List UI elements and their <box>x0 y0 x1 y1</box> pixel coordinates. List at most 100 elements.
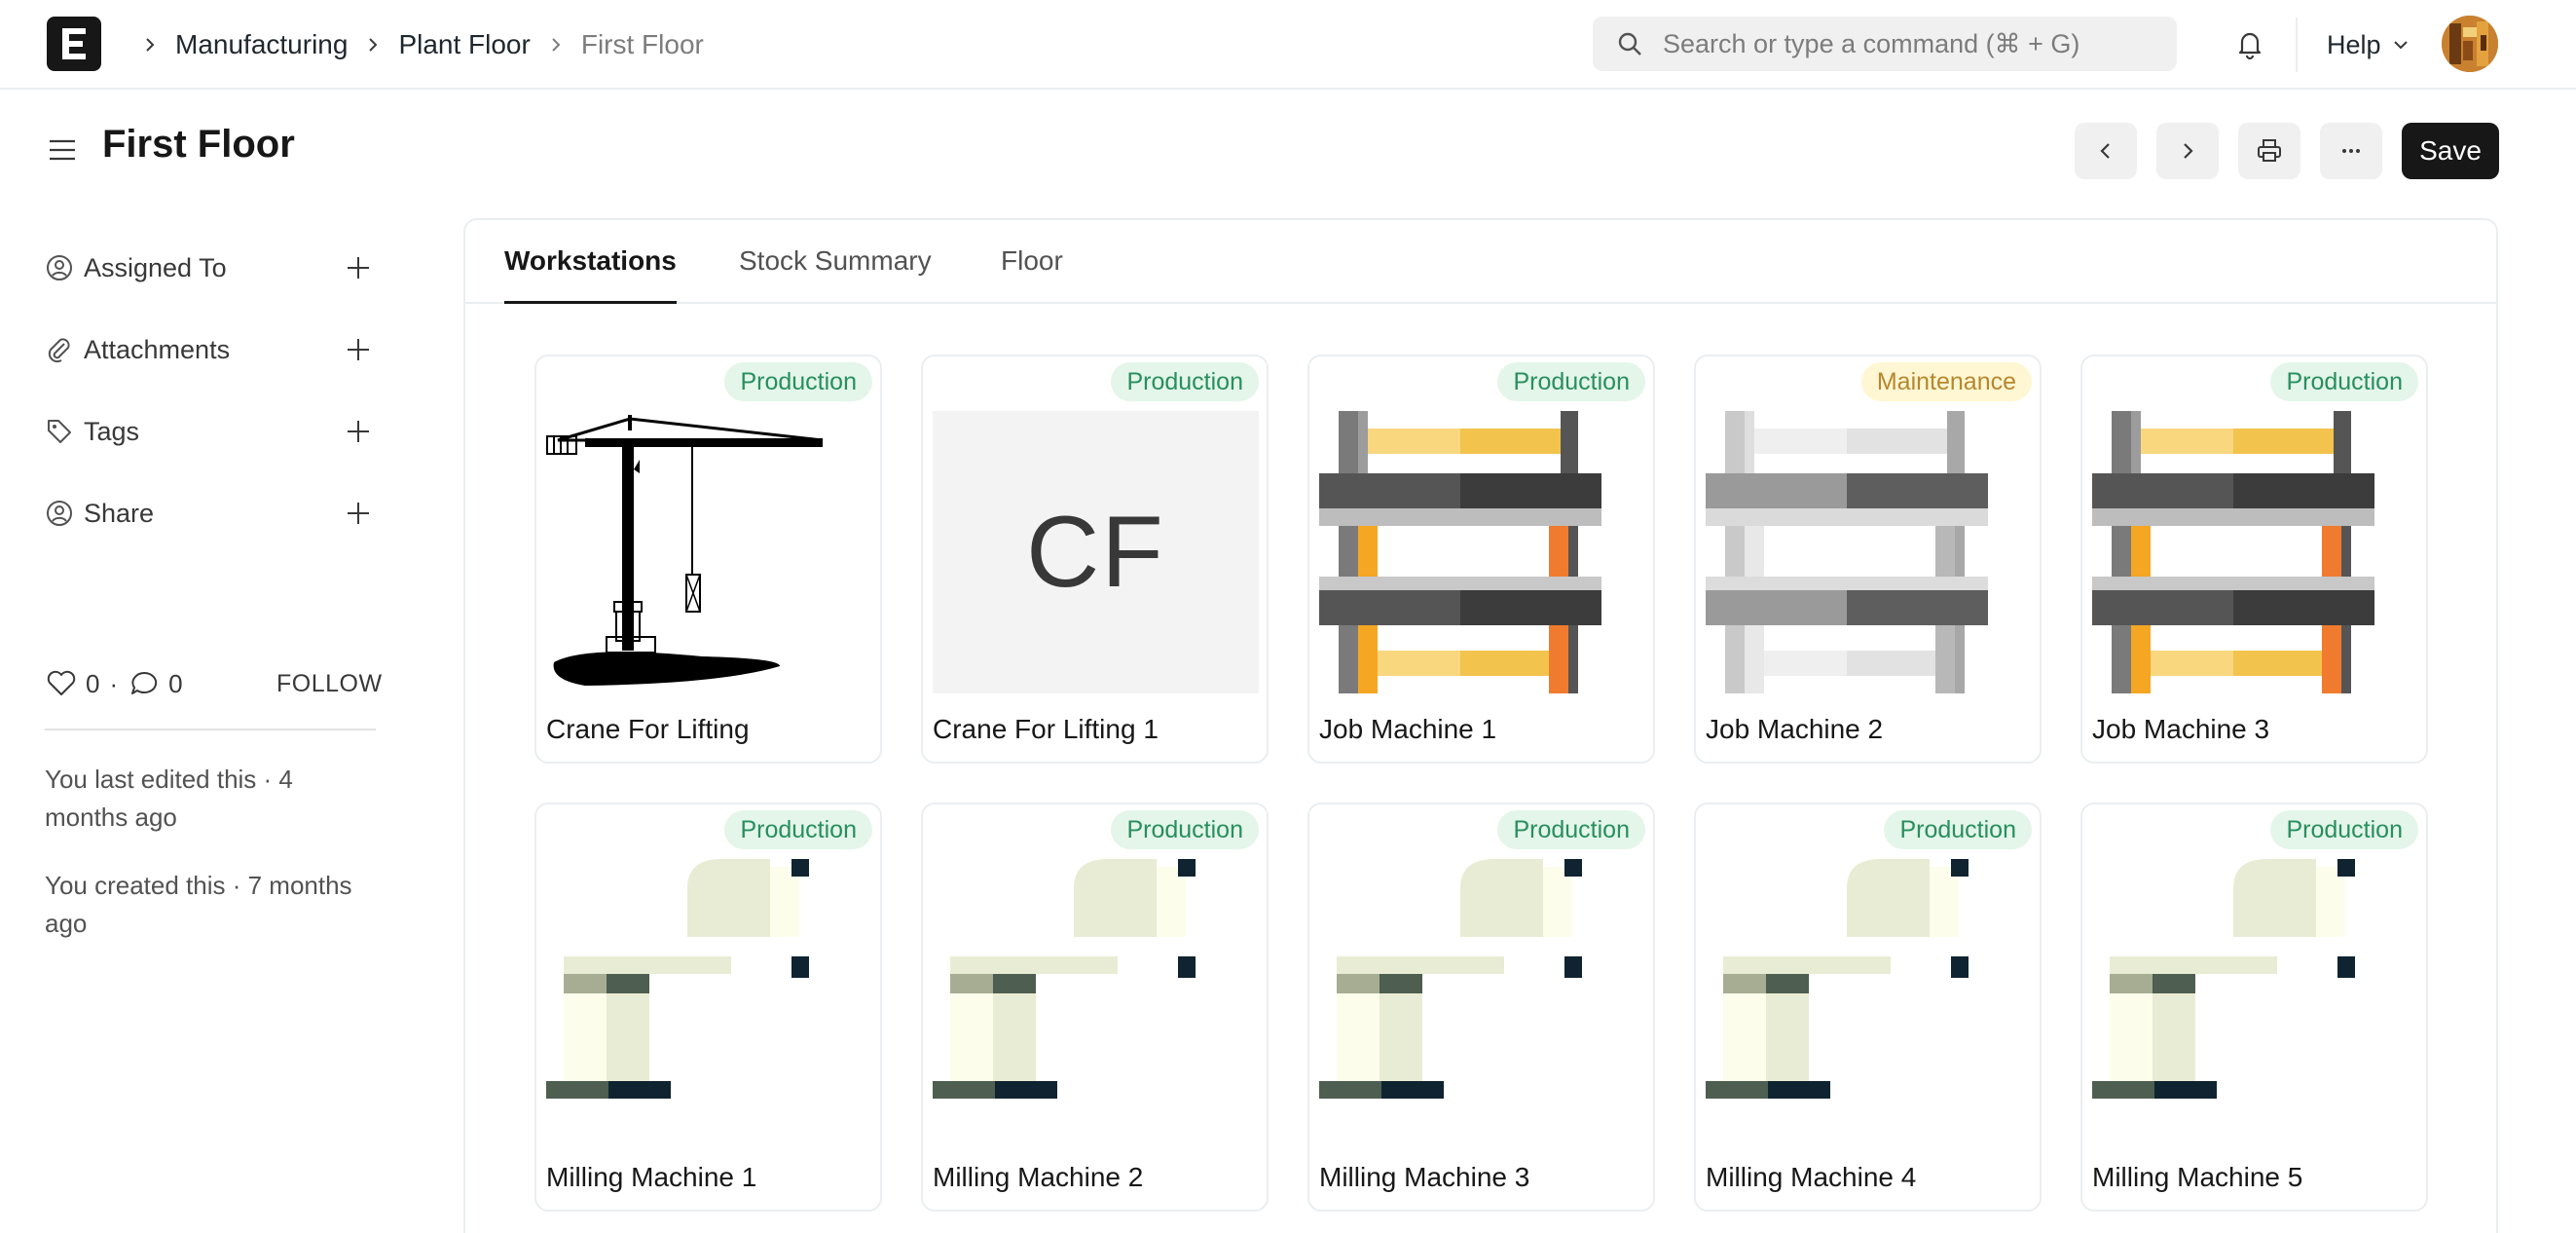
status-badge: Production <box>724 810 872 849</box>
notification-bell-icon[interactable] <box>2233 27 2266 60</box>
status-badge: Production <box>1111 810 1259 849</box>
separator-dot: · <box>109 668 119 698</box>
workstation-initials-placeholder: CF <box>933 411 1259 693</box>
workstation-name: Crane For Lifting <box>546 714 750 744</box>
workstation-card[interactable]: Production Crane For Lifting <box>534 355 882 764</box>
chevron-right-icon <box>361 33 385 56</box>
tab-bar: Workstations Stock Summary Floor <box>465 220 2496 304</box>
job-machine-image <box>1319 411 1601 693</box>
form-panel: Workstations Stock Summary Floor Product… <box>463 218 2498 1233</box>
workstation-name: Milling Machine 4 <box>1706 1162 1917 1192</box>
sidebar-divider <box>45 729 376 730</box>
likes-count: 0 <box>86 668 100 698</box>
navbar-divider <box>2296 18 2298 72</box>
workstation-name: Job Machine 2 <box>1706 714 1884 744</box>
chevron-down-icon <box>2393 41 2408 50</box>
sidebar-item-share[interactable]: Share <box>45 494 372 533</box>
workstation-name: Milling Machine 3 <box>1319 1162 1530 1192</box>
add-tag-plus-icon[interactable] <box>345 418 372 445</box>
crane-image <box>546 415 824 686</box>
status-badge: Production <box>1884 810 2032 849</box>
help-dropdown[interactable]: Help <box>2327 25 2410 64</box>
app-logo[interactable] <box>47 17 101 71</box>
status-badge: Production <box>724 362 872 401</box>
status-badge: Production <box>1111 362 1259 401</box>
workstation-card[interactable]: Production Milling Machine 3 <box>1307 803 1655 1212</box>
next-record-button[interactable] <box>2156 123 2219 179</box>
milling-machine-image <box>933 859 1196 1099</box>
tab-floor[interactable]: Floor <box>1001 245 1063 304</box>
sidebar-item-tags[interactable]: Tags <box>45 412 372 451</box>
tab-stock-summary[interactable]: Stock Summary <box>739 245 932 304</box>
workstation-card[interactable]: Production Job Machine 1 <box>1307 355 1655 764</box>
sidebar-item-label: Assigned To <box>84 252 227 282</box>
chevron-right-icon <box>2184 143 2193 159</box>
search-placeholder: Search or type a command (⌘ + G) <box>1663 28 2080 58</box>
page-title: First Floor <box>102 123 295 166</box>
status-badge: Maintenance <box>1860 362 2032 401</box>
milling-machine-image <box>2092 859 2355 1099</box>
milling-machine-image <box>1319 859 1582 1099</box>
chevron-right-icon <box>138 33 162 56</box>
assign-icon <box>45 253 74 282</box>
help-label: Help <box>2327 29 2381 59</box>
workstation-name: Milling Machine 1 <box>546 1162 757 1192</box>
workstation-card[interactable]: Production CF Crane For Lifting 1 <box>921 355 1269 764</box>
more-actions-button[interactable] <box>2320 123 2382 179</box>
status-badge: Production <box>1497 362 1645 401</box>
workstation-name: Milling Machine 2 <box>933 1162 1144 1192</box>
previous-record-button[interactable] <box>2075 123 2137 179</box>
workstation-card[interactable]: Production Milling Machine 5 <box>2080 803 2428 1212</box>
more-horizontal-icon <box>2342 149 2360 153</box>
search-icon <box>1618 32 1641 56</box>
workstation-card[interactable]: Production Milling Machine 2 <box>921 803 1269 1212</box>
add-attachment-plus-icon[interactable] <box>345 336 372 363</box>
user-avatar[interactable] <box>2442 16 2498 72</box>
print-button[interactable] <box>2238 123 2300 179</box>
sidebar-item-label: Share <box>84 498 155 528</box>
sidebar-item-label: Tags <box>84 416 140 446</box>
job-machine-maintenance-image <box>1706 411 1988 693</box>
status-badge: Production <box>1497 810 1645 849</box>
breadcrumb-manufacturing[interactable]: Manufacturing <box>175 29 348 60</box>
workstation-name: Crane For Lifting 1 <box>933 714 1159 744</box>
job-machine-image <box>2092 411 2374 693</box>
save-button[interactable]: Save <box>2402 123 2499 179</box>
follow-button[interactable]: FOLLOW <box>276 670 383 698</box>
avatar-image <box>2442 16 2498 72</box>
breadcrumb-plant-floor[interactable]: Plant Floor <box>398 29 530 60</box>
milling-machine-image <box>1706 859 1969 1099</box>
comment-icon[interactable] <box>128 667 161 700</box>
tag-icon <box>45 417 74 446</box>
workstation-name: Milling Machine 5 <box>2092 1162 2303 1192</box>
workstation-card[interactable]: Production Milling Machine 4 <box>1694 803 2042 1212</box>
sidebar-item-label: Attachments <box>84 334 231 364</box>
add-share-plus-icon[interactable] <box>345 500 372 527</box>
tab-workstations[interactable]: Workstations <box>504 245 677 304</box>
sidebar-item-attachments[interactable]: Attachments <box>45 330 372 369</box>
created-note: You created this · 7 months ago <box>45 871 352 938</box>
chevron-left-icon <box>2100 143 2110 159</box>
milling-machine-image <box>546 859 809 1099</box>
workstation-card[interactable]: Production Milling Machine 1 <box>534 803 882 1212</box>
status-badge: Production <box>2270 810 2418 849</box>
sidebar-toggle-icon[interactable] <box>45 132 80 168</box>
status-badge: Production <box>2270 362 2418 401</box>
comments-count: 0 <box>168 668 183 698</box>
add-assignee-plus-icon[interactable] <box>345 254 372 281</box>
likes-comments-stats: 0 · 0 <box>45 666 183 701</box>
erpnext-logo-icon <box>62 28 86 59</box>
sidebar-item-assigned-to[interactable]: Assigned To <box>45 248 372 287</box>
share-icon <box>45 499 74 528</box>
heart-icon[interactable] <box>45 667 78 700</box>
workstation-card[interactable]: Production Job Machine 3 <box>2080 355 2428 764</box>
workstation-name: Job Machine 1 <box>1319 714 1497 744</box>
workstation-name: Job Machine 3 <box>2092 714 2270 744</box>
last-edited-note: You last edited this · 4 months ago <box>45 765 293 832</box>
breadcrumb-first-floor[interactable]: First Floor <box>581 29 704 60</box>
workstation-card[interactable]: Maintenance Job Machine 2 <box>1694 355 2042 764</box>
navbar: Manufacturing Plant Floor First Floor Se… <box>0 0 2576 90</box>
paperclip-icon <box>45 335 74 364</box>
breadcrumb: Manufacturing Plant Floor First Floor <box>125 21 704 68</box>
search-input[interactable]: Search or type a command (⌘ + G) <box>1593 17 2177 71</box>
